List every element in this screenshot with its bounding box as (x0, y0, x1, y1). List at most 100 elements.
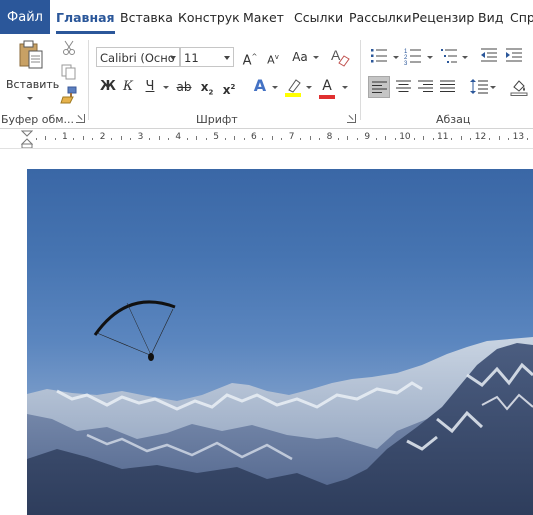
justify-icon[interactable] (440, 80, 455, 93)
ruler-tick (414, 138, 415, 140)
ruler-number: 8 (326, 132, 333, 142)
tab-layout[interactable]: Макет (243, 0, 284, 34)
subscript-button[interactable]: x2 (197, 77, 217, 102)
ruler-number: 2 (99, 132, 106, 142)
tab-mailings[interactable]: Рассылки (349, 0, 411, 34)
horizontal-ruler[interactable]: 1 2 3 4 5 6 7 8 9 10 11 12 13 (0, 129, 533, 149)
multilevel-list-icon[interactable] (440, 47, 458, 65)
cut-icon[interactable] (62, 40, 76, 56)
ruler-tick (121, 136, 122, 140)
tab-insert[interactable]: Вставка (120, 0, 173, 34)
ruler-tick (196, 136, 197, 140)
shrink-font-button[interactable]: Av (263, 47, 283, 71)
clear-formatting-icon[interactable]: A (330, 46, 350, 68)
ruler-number: 9 (364, 132, 371, 142)
align-center-icon[interactable] (396, 80, 411, 93)
ruler-tick (36, 138, 37, 140)
tab-references[interactable]: Ссылки (294, 0, 343, 34)
ruler-tick (489, 138, 490, 140)
align-right-icon[interactable] (418, 80, 433, 93)
font-color-button[interactable]: A (317, 76, 337, 96)
font-size-combo[interactable]: 11 (180, 47, 234, 67)
chevron-down-icon (306, 86, 312, 89)
chevron-down-icon (393, 56, 399, 59)
font-name-value: Calibri (Осно (100, 51, 175, 65)
paste-dropdown-icon (27, 97, 33, 100)
font-size-value: 11 (184, 51, 199, 65)
numbering-icon[interactable]: 1 2 3 (404, 47, 422, 65)
paste-button[interactable]: Вставить (6, 38, 59, 100)
font-color-swatch (319, 95, 335, 99)
ruler-number: 7 (288, 132, 295, 142)
tab-design[interactable]: Конструк (178, 0, 240, 34)
bold-button[interactable]: Ж (98, 77, 118, 97)
ruler-number: 12 (474, 132, 487, 142)
group-divider (360, 40, 361, 120)
ruler-tick (310, 136, 311, 140)
ruler-number: 13 (512, 132, 525, 142)
underline-button[interactable]: Ч (140, 77, 160, 97)
paragraph-group-label: Абзац (436, 113, 471, 126)
change-case-label: Aa (292, 50, 308, 64)
ruler-tick (423, 136, 424, 140)
strikethrough-button[interactable]: ab (174, 77, 194, 97)
svg-text:A: A (331, 47, 341, 63)
tab-help[interactable]: Спр (510, 0, 533, 34)
ribbon-tabs: Файл Главная Вставка Конструк Макет Ссыл… (0, 0, 533, 34)
ruler-tick (159, 136, 160, 140)
copy-icon[interactable] (61, 64, 77, 80)
chevron-down-icon (427, 56, 433, 59)
ruler-tick (45, 136, 46, 140)
shading-icon[interactable] (510, 78, 528, 96)
paste-label: Вставить (6, 78, 60, 91)
decrease-indent-icon[interactable] (480, 48, 498, 64)
document-page[interactable] (0, 149, 533, 515)
inserted-photo[interactable] (27, 169, 533, 515)
text-effects-button[interactable]: A (250, 76, 270, 96)
ruler-tick (187, 138, 188, 140)
indent-markers-icon[interactable] (21, 130, 33, 148)
ruler-tick (92, 138, 93, 140)
superscript-mark: 2 (230, 83, 236, 91)
superscript-button[interactable]: x2 (219, 77, 239, 100)
ruler-tick (149, 138, 150, 140)
ruler-tick (262, 138, 263, 140)
clipboard-launcher-icon[interactable] (76, 114, 85, 123)
line-spacing-icon[interactable] (470, 78, 488, 95)
bullets-icon[interactable] (370, 48, 388, 64)
svg-text:3: 3 (404, 61, 408, 65)
chevron-down-icon (272, 86, 278, 89)
chevron-down-icon (224, 56, 230, 60)
grow-font-button[interactable]: A^ (240, 47, 260, 71)
ruler-tick (83, 136, 84, 140)
chevron-down-icon (170, 56, 176, 60)
ruler-tick (499, 136, 500, 140)
ruler-number: 11 (437, 132, 449, 142)
change-case-button[interactable]: Aa (287, 47, 313, 67)
font-launcher-icon[interactable] (347, 114, 356, 123)
align-left-button[interactable] (368, 76, 390, 98)
font-name-combo[interactable]: Calibri (Осно (96, 47, 180, 67)
subscript-mark: 2 (208, 88, 214, 97)
ruler-number: 5 (213, 132, 219, 142)
italic-button[interactable]: К (118, 77, 138, 97)
tab-review[interactable]: Рецензир (412, 0, 474, 34)
ruler-tick (433, 138, 434, 140)
ruler-tick (385, 136, 386, 140)
highlight-icon[interactable] (284, 78, 302, 98)
increase-indent-icon[interactable] (505, 48, 523, 64)
ruler-tick (281, 138, 282, 140)
ruler-number: 3 (137, 132, 144, 142)
tab-home[interactable]: Главная (56, 0, 115, 34)
chevron-down-icon (490, 86, 496, 89)
font-group-label: Шрифт (196, 113, 238, 126)
format-painter-icon[interactable] (60, 86, 78, 104)
paste-icon (19, 40, 43, 69)
tab-file[interactable]: Файл (0, 0, 50, 34)
ruler-tick (111, 138, 112, 140)
tab-view[interactable]: Вид (478, 0, 503, 34)
chevron-down-icon (163, 86, 169, 89)
group-divider (88, 40, 89, 120)
ruler-number: 1 (62, 132, 68, 142)
ruler-tick (234, 136, 235, 140)
